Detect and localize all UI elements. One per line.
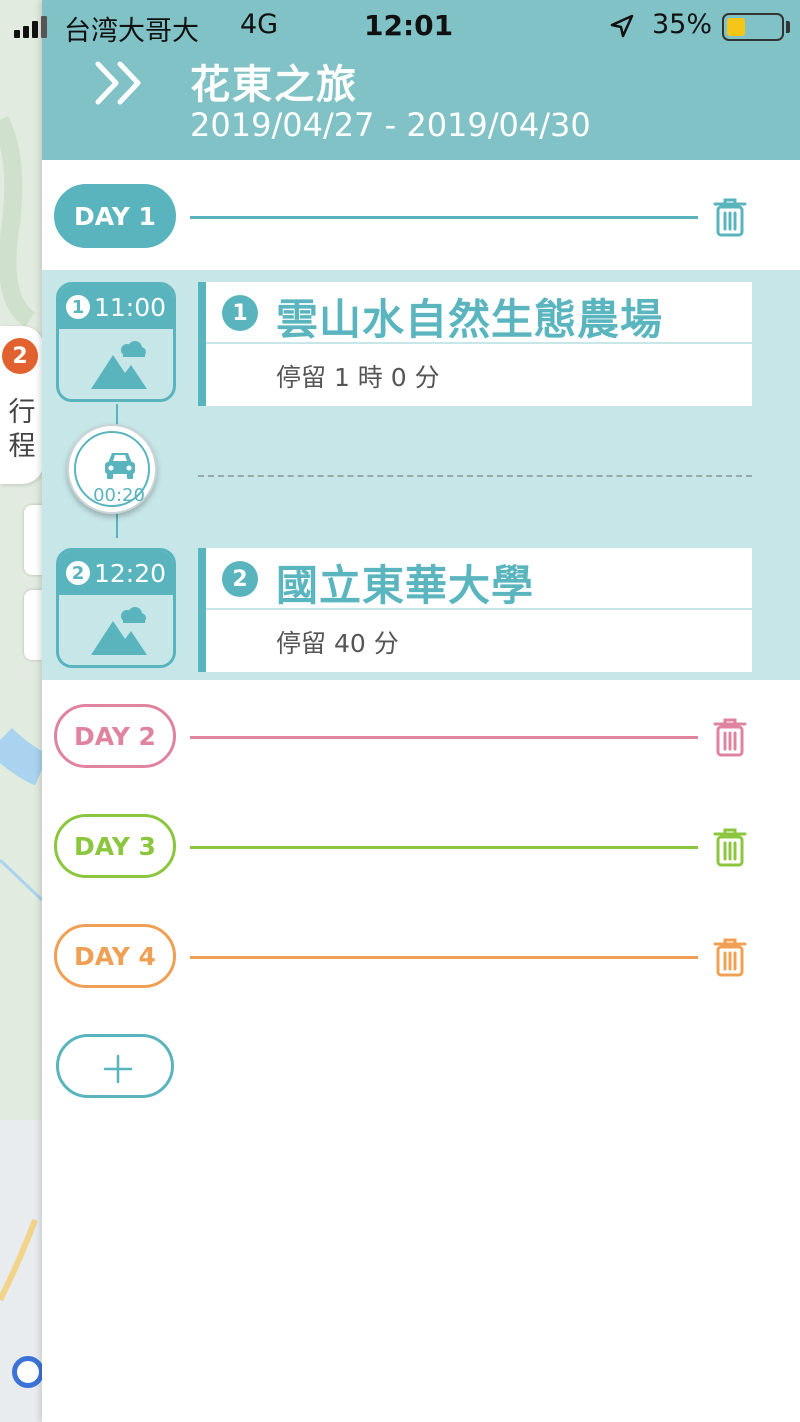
trip-title[interactable]: 花東之旅 [190,52,358,110]
itinerary-count-badge: 2 [2,338,38,374]
car-icon [105,453,135,479]
stop-1-header: 1 雲山水自然生態農場 [206,282,752,344]
delete-day-2-icon[interactable] [712,716,748,758]
day-row-3: DAY 3 [42,812,800,882]
stop-1-card[interactable]: 1 雲山水自然生態農場 停留 1 時 0 分 [198,282,752,406]
signal-icon [14,14,47,38]
landscape-image-icon [91,607,147,655]
status-bar: 台湾大哥大 4G 12:01 35% [0,0,800,52]
route-connector [116,404,118,426]
battery-cap [786,21,790,33]
day-3-divider [190,846,698,849]
stop-1-time-card[interactable]: 1 11:00 [56,282,176,402]
stop-1-arrival-time: 11:00 [93,292,167,322]
stop-1-time-header: 1 11:00 [59,285,173,329]
stop-2-card[interactable]: 2 國立東華大學 停留 40 分 [198,548,752,672]
location-arrow-icon [610,14,634,38]
stop-2-time-index: 2 [65,561,90,585]
map-graphic [0,0,42,1422]
transport-ring: 00:20 [74,431,150,507]
add-day-button[interactable] [56,1034,174,1098]
stop-1-stay-duration[interactable]: 停留 1 時 0 分 [276,358,440,394]
day-1-schedule: 1 11:00 1 雲山水自然生態農場 停留 1 時 0 分 00:20 2 1… [42,270,800,680]
day-row-2: DAY 2 [42,702,800,772]
stop-1-name[interactable]: 雲山水自然生態農場 [276,286,663,347]
day-1-divider [190,216,698,219]
map-control-button[interactable] [24,505,42,575]
day-row-4: DAY 4 [42,922,800,992]
delete-day-4-icon[interactable] [712,936,748,978]
stop-2-time-header: 2 12:20 [59,551,173,595]
stop-2-number: 2 [222,561,258,597]
trip-dates[interactable]: 2019/04/27 - 2019/04/30 [190,106,591,144]
carrier-name: 台湾大哥大 [64,16,199,47]
battery-level [727,18,745,36]
day-4-pill[interactable]: DAY 4 [54,924,176,988]
network-type: 4G [240,9,279,40]
stop-1-number: 1 [222,295,258,331]
stop-2-header: 2 國立東華大學 [206,548,752,610]
stop-2-time-card[interactable]: 2 12:20 [56,548,176,668]
itinerary-panel: 台湾大哥大 4G 12:01 35% 花東之旅 2019/04/27 - 201… [14,0,800,1422]
stop-1-time-index: 1 [65,295,90,319]
day-4-divider [190,956,698,959]
transport-duration: 00:20 [93,485,145,506]
stop-2-name[interactable]: 國立東華大學 [276,552,534,613]
delete-day-3-icon[interactable] [712,826,748,868]
status-time: 12:01 [364,9,454,42]
stop-2-arrival-time: 12:20 [93,558,167,588]
trip-header: 台湾大哥大 4G 12:01 35% 花東之旅 2019/04/27 - 201… [14,0,800,160]
route-connector [116,514,118,538]
plus-icon [103,1054,133,1084]
day-1-pill[interactable]: DAY 1 [54,184,176,248]
itinerary-tab-label[interactable]: 行程 [6,396,38,464]
current-location-icon[interactable] [12,1356,42,1388]
delete-day-1-icon[interactable] [712,196,748,238]
map-background[interactable] [0,0,42,1422]
battery-percentage: 35% [652,9,713,40]
battery-icon [722,13,784,41]
stop-2-stay-duration[interactable]: 停留 40 分 [276,624,399,660]
day-2-pill[interactable]: DAY 2 [54,704,176,768]
day-3-pill[interactable]: DAY 3 [54,814,176,878]
transport-segment-button[interactable]: 00:20 [67,424,157,514]
landscape-image-icon [91,341,147,389]
day-row-1: DAY 1 [42,182,800,252]
transport-dashed-line [198,475,752,477]
collapse-panel-button[interactable] [92,56,148,110]
day-2-divider [190,736,698,739]
map-control-button[interactable] [24,590,42,660]
